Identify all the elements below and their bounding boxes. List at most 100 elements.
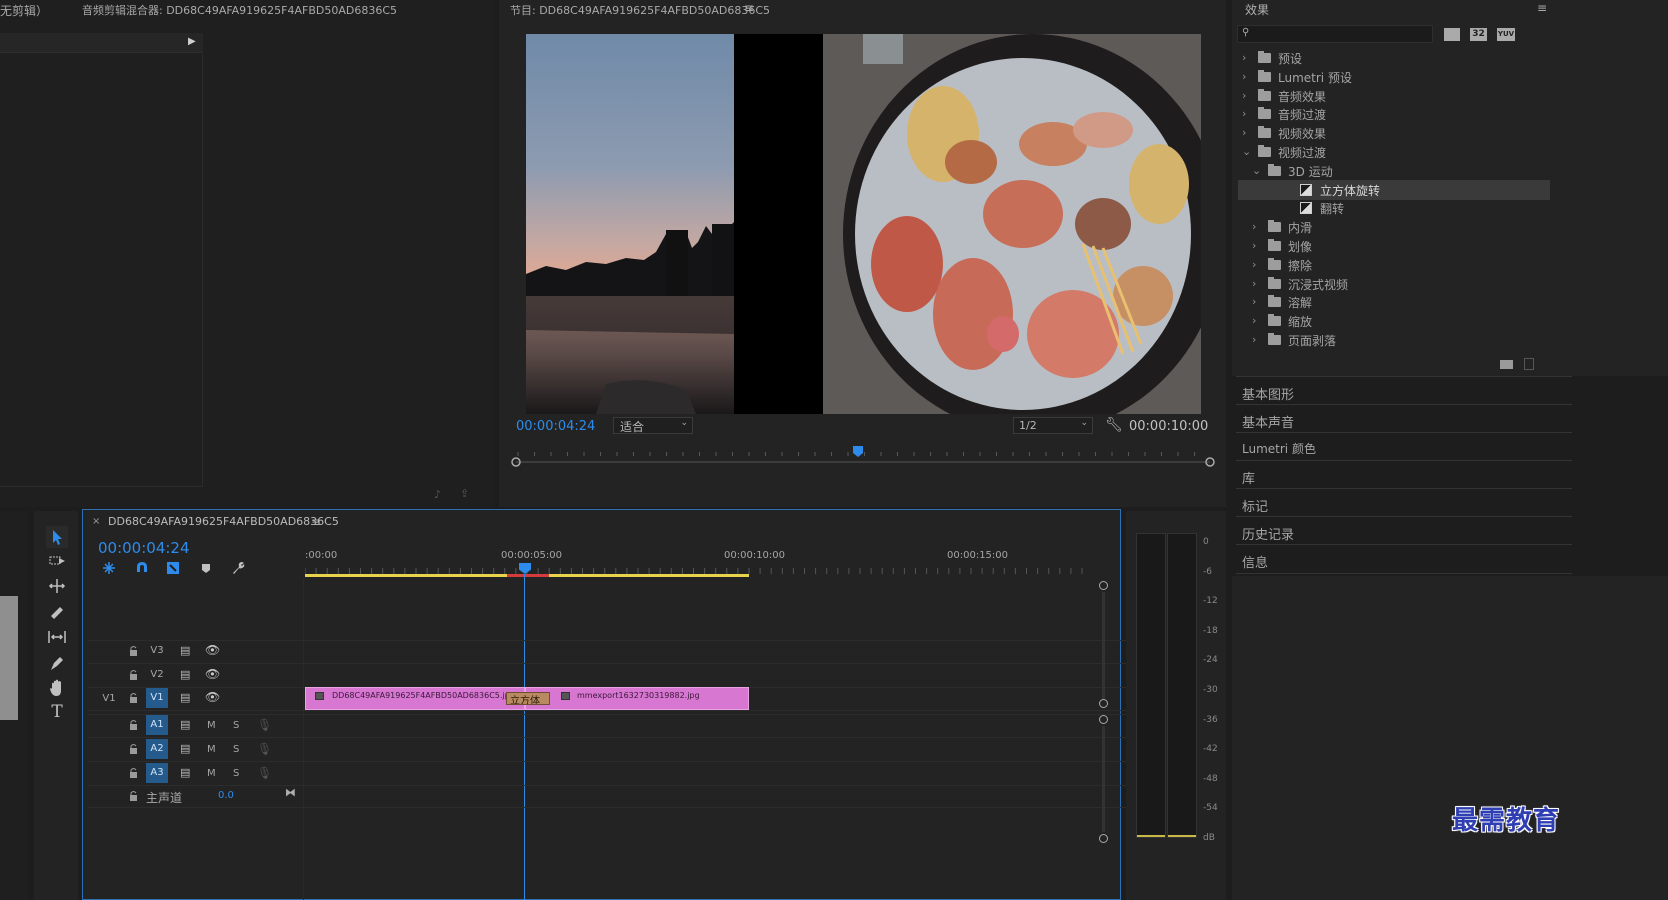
source-tab[interactable]: 无剪辑） [0,2,48,19]
clip-food[interactable]: mmexport1632730319882.jpg [525,687,749,710]
close-icon[interactable]: × [92,516,100,527]
nest-toggle-icon[interactable] [101,560,117,576]
effects-tree-item[interactable]: › 划像 [1238,236,1550,256]
lock-icon[interactable] [129,720,138,730]
solo-button[interactable]: S [233,768,239,779]
lock-icon[interactable] [129,768,138,778]
expand-arrow-icon[interactable]: ▶ [188,36,196,47]
eye-icon[interactable]: 👁︎ [205,690,220,704]
effects-tree-item[interactable]: › 溶解 [1238,292,1550,312]
pen-tool[interactable] [46,652,68,674]
vertical-scrollbar[interactable] [1102,726,1105,832]
mixer-export-icon[interactable]: ♪ [434,488,441,501]
vertical-zoom-handle[interactable] [1099,581,1108,590]
microphone-icon[interactable]: 🎙︎ [257,718,272,732]
vertical-zoom-handle[interactable] [1099,715,1108,724]
chevron-right-icon[interactable]: › [1252,314,1256,327]
markers-panel[interactable]: 标记 [1236,488,1572,518]
chevron-right-icon[interactable]: › [1242,107,1246,120]
info-panel[interactable]: 信息 [1236,544,1572,574]
effects-panel-title[interactable]: 效果 [1245,1,1269,18]
vertical-scrollbar[interactable] [1102,592,1105,700]
eye-icon[interactable]: 👁︎ [205,667,220,681]
effects-tree-item[interactable]: › 内滑 [1238,217,1550,237]
chevron-right-icon[interactable]: › [1252,295,1256,308]
sync-lock-icon[interactable]: ▤ [180,691,190,704]
eye-icon[interactable]: 👁︎ [205,643,220,657]
chevron-right-icon[interactable]: › [1242,89,1246,102]
yuv-filter-icon[interactable]: YUV [1497,28,1515,41]
type-tool[interactable]: T [46,702,68,724]
selection-tool[interactable] [46,526,68,548]
mute-button[interactable]: M [207,744,216,755]
chevron-down-icon[interactable]: ⌄ [1242,145,1251,158]
chevron-right-icon[interactable]: › [1242,70,1246,83]
vertical-zoom-handle[interactable] [1099,699,1108,708]
track-name-v3[interactable]: V3 [146,641,168,661]
chevron-right-icon[interactable]: › [1252,220,1256,233]
vertical-zoom-handle[interactable] [1099,834,1108,843]
playhead-timecode[interactable]: 00:00:04:24 [516,419,595,434]
chevron-right-icon[interactable]: › [1252,258,1256,271]
effects-search-input[interactable]: ⚲ [1237,25,1433,43]
sync-lock-icon[interactable]: ▤ [180,766,190,779]
menu-icon[interactable]: ≡ [1537,1,1547,15]
effects-tree-item[interactable]: › 沉浸式视频 [1238,274,1550,294]
wrench-icon[interactable]: 🔧︎ [1105,417,1123,433]
linked-selection-icon[interactable] [165,560,181,576]
essential-sound-panel[interactable]: 基本声音 [1236,404,1572,434]
go-to-end-icon[interactable]: ⧓ [285,786,296,799]
chevron-right-icon[interactable]: › [1252,333,1256,346]
delete-icon[interactable] [1524,358,1534,370]
transition-cube-spin[interactable]: 立方体 [506,692,550,705]
effects-tree-item[interactable]: › 音频过渡 [1238,104,1550,124]
program-monitor-title[interactable]: 节目: DD68C49AFA919625F4AFBD50AD6836C5 [510,2,770,18]
microphone-icon[interactable]: 🎙︎ [257,766,272,780]
mixer-share-icon[interactable]: ⇪ [460,487,469,500]
effects-tree-item[interactable]: › 预设 [1238,48,1550,68]
lock-icon[interactable] [129,693,138,703]
monitor-time-ruler[interactable] [510,442,1220,472]
monitor-playhead[interactable] [853,446,863,457]
solo-button[interactable]: S [233,720,239,731]
microphone-icon[interactable]: 🎙︎ [257,742,272,756]
audio-clip-mixer-tab[interactable]: 音频剪辑混合器: DD68C49AFA919625F4AFBD50AD6836C… [82,2,397,18]
lock-icon[interactable] [129,791,138,801]
mute-button[interactable]: M [207,768,216,779]
sync-lock-icon[interactable]: ▤ [180,718,190,731]
track-name-a2[interactable]: A2 [146,739,168,759]
mute-button[interactable]: M [207,720,216,731]
chevron-right-icon[interactable]: › [1252,239,1256,252]
sync-lock-icon[interactable]: ▤ [180,644,190,657]
snap-icon[interactable] [134,560,150,576]
master-volume-value[interactable]: 0.0 [218,790,234,801]
timeline-timecode[interactable]: 00:00:04:24 [98,539,190,557]
slip-tool[interactable] [46,626,68,648]
lock-icon[interactable] [129,670,138,680]
effects-tree-item[interactable]: 翻转 [1238,198,1550,218]
resolution-dropdown[interactable]: 1/2 ⌄ [1013,417,1093,434]
chevron-right-icon[interactable]: › [1242,126,1246,139]
new-bin-icon[interactable] [1500,360,1513,369]
track-select-tool[interactable] [46,550,68,572]
chevron-down-icon[interactable]: ⌄ [1252,164,1261,177]
effects-tree-item[interactable]: ⌄ 视频过渡 [1238,142,1550,162]
solo-button[interactable]: S [233,744,239,755]
track-name-a3[interactable]: A3 [146,763,168,783]
libraries-panel[interactable]: 库 [1236,460,1572,490]
history-panel[interactable]: 历史记录 [1236,516,1572,546]
effects-tree-item[interactable]: › 视频效果 [1238,123,1550,143]
chevron-right-icon[interactable]: › [1252,277,1256,290]
effects-tree-item[interactable]: › Lumetri 预设 [1238,67,1550,87]
lock-icon[interactable] [129,646,138,656]
source-patch-v1[interactable]: V1 [98,689,120,709]
timeline-settings-wrench-icon[interactable] [230,560,246,576]
sync-lock-icon[interactable]: ▤ [180,668,190,681]
sync-lock-icon[interactable]: ▤ [180,742,190,755]
effects-tree-item[interactable]: › 缩放 [1238,311,1550,331]
razor-tool[interactable] [46,601,68,623]
menu-icon[interactable]: ≡ [311,515,321,529]
ripple-edit-tool[interactable] [46,575,68,597]
effects-tree-item[interactable]: ⌄ 3D 运动 [1238,161,1550,181]
accelerated-effects-filter-icon[interactable] [1444,28,1460,41]
